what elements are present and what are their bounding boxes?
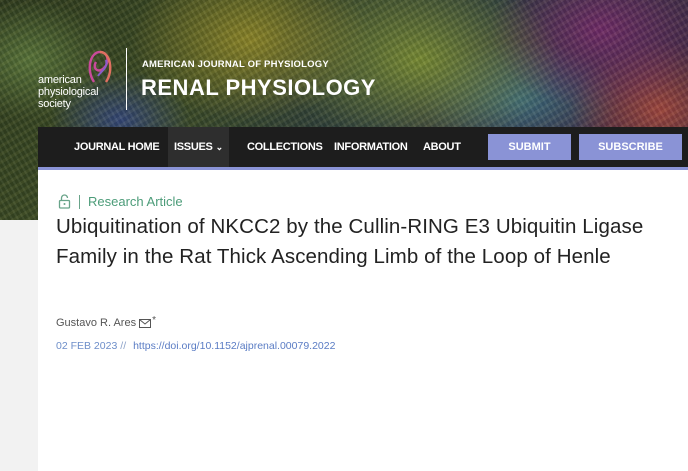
nav-journal-home[interactable]: JOURNAL HOME xyxy=(74,127,160,167)
meta-separator: // xyxy=(120,340,127,352)
doi-link[interactable]: https://doi.org/10.1152/ajprenal.00079.2… xyxy=(133,340,335,352)
chevron-down-icon: ⌄ xyxy=(215,142,224,152)
submit-button[interactable]: SUBMIT xyxy=(488,134,571,160)
publication-meta: 02 FEB 2023// https://doi.org/10.1152/aj… xyxy=(56,340,335,352)
aps-logo[interactable]: american physiological society xyxy=(38,46,118,116)
author-name[interactable]: Gustavo R. Ares xyxy=(56,317,136,329)
author-row: Gustavo R. Ares * xyxy=(56,314,156,330)
aps-wordmark-line3: society xyxy=(38,98,71,110)
main-navigation: JOURNAL HOME ISSUES ⌄ COLLECTIONS INFORMA… xyxy=(38,127,688,167)
nav-information[interactable]: INFORMATION xyxy=(334,127,408,167)
subscribe-button[interactable]: SUBSCRIBE xyxy=(579,134,682,160)
open-access-lock-icon xyxy=(58,194,71,209)
article-title: Ubiquitination of NKCC2 by the Cullin-RI… xyxy=(56,215,644,268)
article-type-label: Research Article xyxy=(88,194,183,209)
envelope-icon[interactable] xyxy=(139,318,152,328)
corresponding-author-mark: * xyxy=(152,314,156,326)
logo-divider xyxy=(126,48,127,110)
aps-wordmark-line2: physiological xyxy=(38,86,99,98)
journal-name[interactable]: RENAL PHYSIOLOGY xyxy=(141,75,376,101)
nav-about[interactable]: ABOUT xyxy=(423,127,461,167)
nav-collections[interactable]: COLLECTIONS xyxy=(247,127,323,167)
article-type-divider xyxy=(79,195,80,209)
aps-wordmark: american physiological society xyxy=(38,74,99,110)
journal-superline[interactable]: AMERICAN JOURNAL OF PHYSIOLOGY xyxy=(142,59,329,70)
aps-wordmark-line1: american xyxy=(38,74,82,86)
nav-issues[interactable]: ISSUES ⌄ xyxy=(168,127,229,167)
nav-issues-label: ISSUES xyxy=(174,141,213,153)
nav-accent-bar xyxy=(38,167,688,170)
publication-date: 02 FEB 2023 xyxy=(56,340,118,352)
